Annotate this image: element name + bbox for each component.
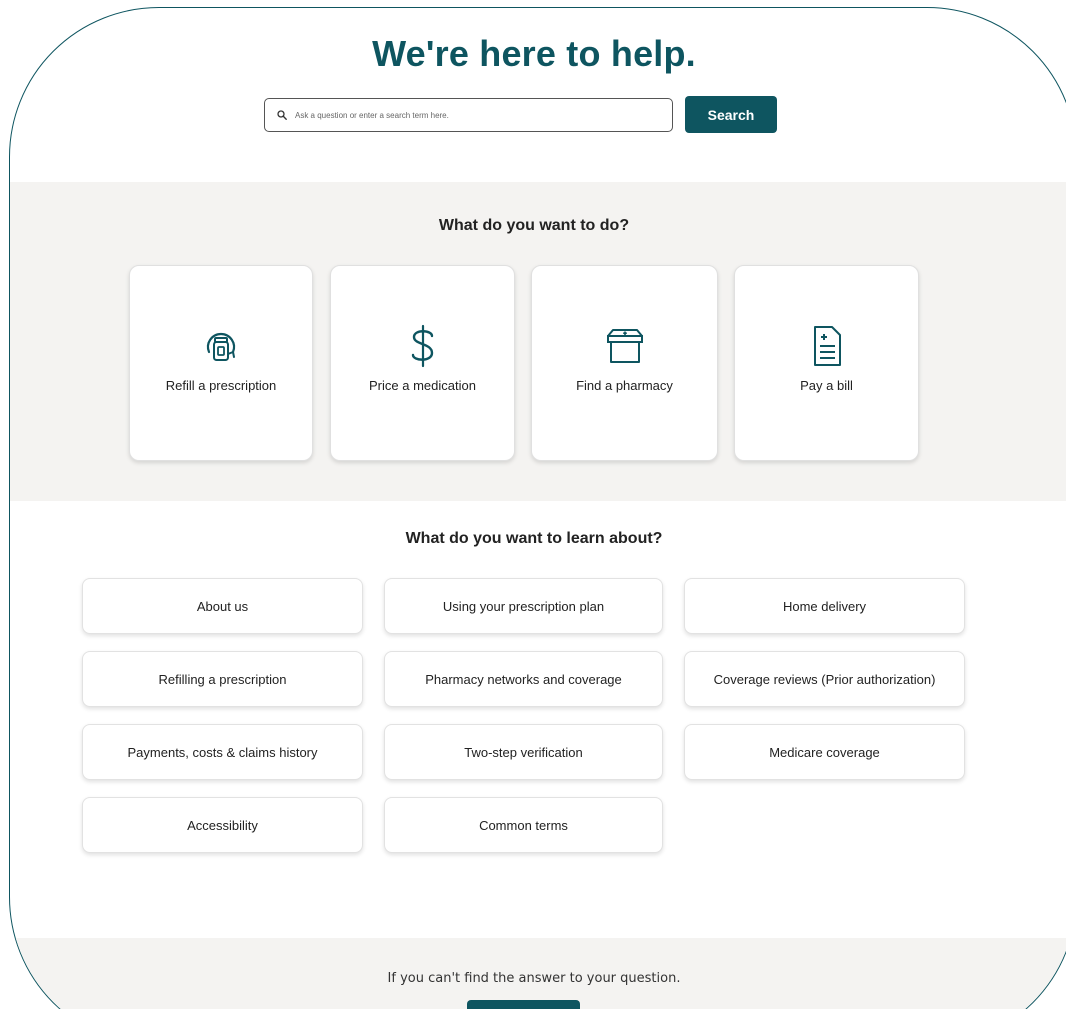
topic-about-us[interactable]: About us [82, 578, 363, 634]
search-field[interactable] [264, 98, 673, 132]
action-card-refill[interactable]: Refill a prescription [129, 265, 313, 461]
action-card-pharmacy[interactable]: Find a pharmacy [531, 265, 718, 461]
action-card-bill[interactable]: Pay a bill [734, 265, 919, 461]
topic-coverage-reviews[interactable]: Coverage reviews (Prior authorization) [684, 651, 965, 707]
pharmacy-store-icon [606, 329, 643, 363]
action-label: Pay a bill [800, 378, 853, 393]
dollar-icon [411, 324, 433, 368]
search-input[interactable] [295, 110, 672, 120]
help-footer: If you can't find the answer to your que… [10, 938, 1066, 1009]
refill-bottle-icon [206, 332, 236, 361]
action-label: Refill a prescription [165, 378, 277, 393]
topic-two-step-verification[interactable]: Two-step verification [384, 724, 663, 780]
topic-payments-costs-claims[interactable]: Payments, costs & claims history [82, 724, 363, 780]
footer-text: If you can't find the answer to your que… [387, 971, 681, 986]
bill-document-icon [813, 326, 841, 366]
actions-section: What do you want to do? Refill a prescri… [10, 182, 1066, 501]
topic-accessibility[interactable]: Accessibility [82, 797, 363, 853]
search-button[interactable]: Search [685, 96, 777, 133]
actions-heading: What do you want to do? [438, 217, 630, 234]
topic-home-delivery[interactable]: Home delivery [684, 578, 965, 634]
topic-medicare-coverage[interactable]: Medicare coverage [684, 724, 965, 780]
action-label: Price a medication [369, 378, 476, 393]
page-content: We're here to help. Search What do you w… [10, 8, 1066, 1009]
topics-heading: What do you want to learn about? [405, 530, 663, 547]
topic-common-terms[interactable]: Common terms [384, 797, 663, 853]
contact-button[interactable] [467, 1000, 580, 1009]
topic-refilling-prescription[interactable]: Refilling a prescription [82, 651, 363, 707]
page-frame: We're here to help. Search What do you w… [9, 7, 1066, 1009]
action-label: Find a pharmacy [576, 378, 673, 393]
search-icon [277, 110, 287, 120]
topic-using-prescription-plan[interactable]: Using your prescription plan [384, 578, 663, 634]
action-card-price[interactable]: Price a medication [330, 265, 515, 461]
page-title: We're here to help. [372, 33, 696, 74]
topic-pharmacy-networks[interactable]: Pharmacy networks and coverage [384, 651, 663, 707]
